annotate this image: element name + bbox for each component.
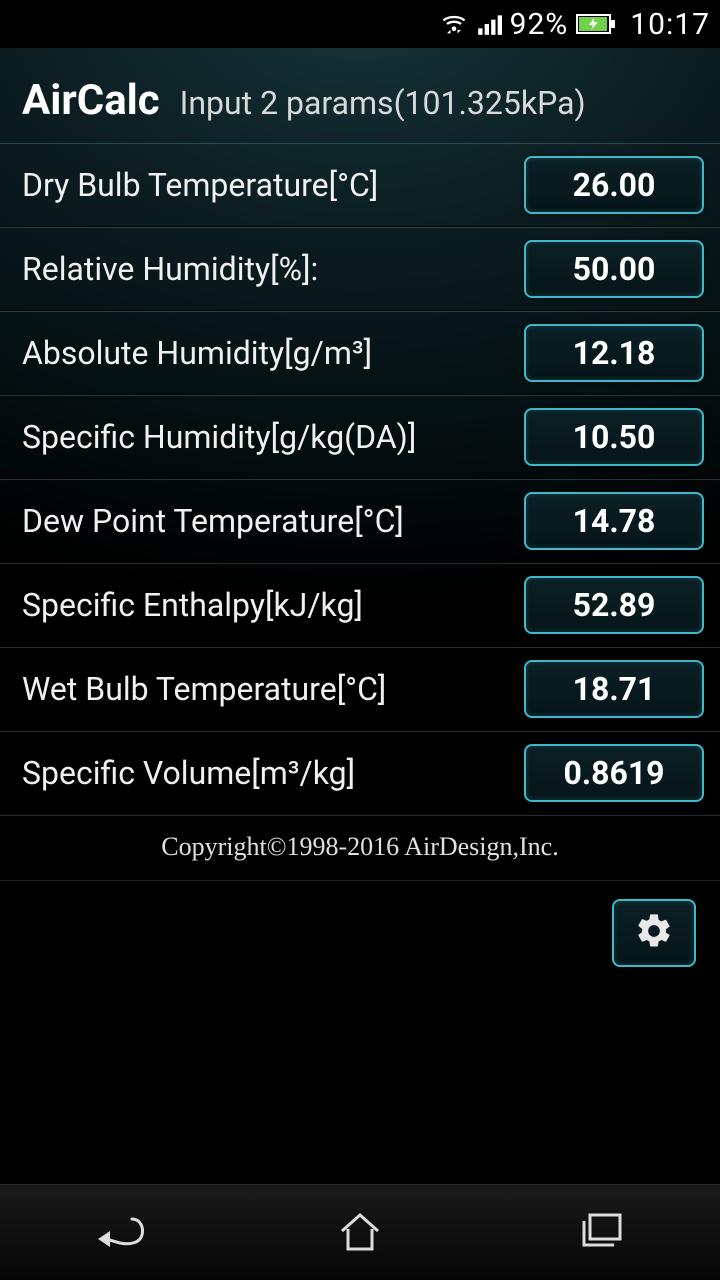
parameter-row: Dry Bulb Temperature[°C] 26.00 [0, 143, 720, 227]
battery-charging-icon [576, 12, 616, 36]
parameter-value-button[interactable]: 18.71 [524, 660, 704, 718]
signal-icon [476, 11, 502, 37]
parameter-row: Specific Volume[m³/kg] 0.8619 [0, 731, 720, 815]
parameter-row: Absolute Humidity[g/m³] 12.18 [0, 311, 720, 395]
parameter-value-button[interactable]: 52.89 [524, 576, 704, 634]
wifi-sync-icon [440, 10, 468, 38]
settings-button[interactable] [612, 899, 696, 967]
parameter-value-button[interactable]: 12.18 [524, 324, 704, 382]
parameter-list: Dry Bulb Temperature[°C] 26.00 Relative Hu… [0, 143, 720, 815]
status-bar: 92% 10:17 [0, 0, 720, 48]
battery-percent: 92% [510, 7, 569, 42]
nav-home-button[interactable] [300, 1203, 420, 1263]
copyright-text: Copyright©1998-2016 AirDesign,Inc. [0, 815, 720, 881]
app-title: AirCalc [22, 76, 160, 125]
settings-row [0, 881, 720, 967]
header: AirCalc Input 2 params(101.325kPa) [0, 48, 720, 143]
parameter-row: Dew Point Temperature[°C] 14.78 [0, 479, 720, 563]
parameter-row: Specific Enthalpy[kJ/kg] 52.89 [0, 563, 720, 647]
status-clock: 10:17 [630, 7, 710, 42]
parameter-value-button[interactable]: 50.00 [524, 240, 704, 298]
parameter-label: Wet Bulb Temperature[°C] [22, 670, 386, 708]
screen: 92% 10:17 AirCalc Input 2 params(101.325… [0, 0, 720, 1280]
parameter-value-button[interactable]: 10.50 [524, 408, 704, 466]
home-icon [336, 1209, 384, 1257]
parameter-label: Specific Humidity[g/kg(DA)] [22, 418, 416, 456]
parameter-row: Wet Bulb Temperature[°C] 18.71 [0, 647, 720, 731]
parameter-row: Specific Humidity[g/kg(DA)] 10.50 [0, 395, 720, 479]
parameter-row: Relative Humidity[%]: 50.00 [0, 227, 720, 311]
parameter-value-button[interactable]: 26.00 [524, 156, 704, 214]
parameter-label: Specific Enthalpy[kJ/kg] [22, 586, 363, 624]
recent-apps-icon [576, 1211, 624, 1255]
app-subtitle: Input 2 params(101.325kPa) [180, 84, 586, 122]
navigation-bar [0, 1184, 720, 1280]
parameter-value-button[interactable]: 0.8619 [524, 744, 704, 802]
parameter-label: Specific Volume[m³/kg] [22, 754, 355, 792]
parameter-label: Dew Point Temperature[°C] [22, 502, 404, 540]
parameter-label: Relative Humidity[%]: [22, 250, 318, 288]
gear-icon [634, 911, 674, 955]
parameter-label: Absolute Humidity[g/m³] [22, 334, 372, 372]
parameter-value-button[interactable]: 14.78 [524, 492, 704, 550]
content: AirCalc Input 2 params(101.325kPa) Dry B… [0, 48, 720, 1184]
parameter-label: Dry Bulb Temperature[°C] [22, 166, 378, 204]
back-icon [92, 1209, 148, 1257]
nav-back-button[interactable] [60, 1203, 180, 1263]
nav-recent-button[interactable] [540, 1203, 660, 1263]
